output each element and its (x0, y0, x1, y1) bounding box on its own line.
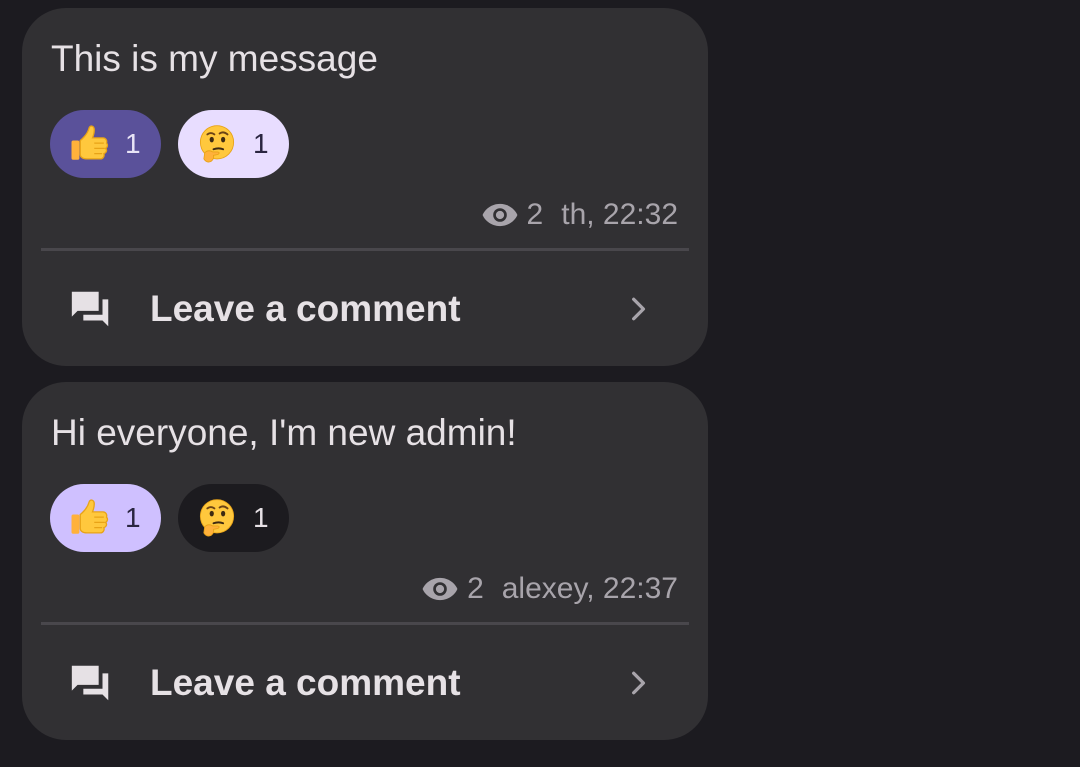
reaction-chip-thumbs-up[interactable]: 1 (50, 110, 161, 178)
reaction-count: 1 (253, 502, 269, 533)
message-text: Hi everyone, I'm new admin! (51, 412, 517, 453)
chevron-right-icon (632, 671, 646, 694)
forum-icon (71, 291, 109, 326)
message-card[interactable]: Hi everyone, I'm new admin! 1 1 2 alexey… (22, 382, 708, 740)
reaction-chip-thinking-face[interactable]: 1 (178, 484, 289, 552)
message-feed: This is my message 1 1 2 th, 22:32 Leave… (22, 8, 708, 756)
eye-icon (422, 577, 458, 601)
reactions-bar: 1 1 (50, 110, 289, 178)
chevron-right-icon (632, 297, 646, 320)
message-text: This is my message (51, 38, 378, 79)
author-time: alexey, 22:37 (501, 572, 678, 605)
reaction-chip-thinking-face[interactable]: 1 (178, 110, 289, 178)
reaction-chip-thumbs-up[interactable]: 1 (50, 484, 161, 552)
author-time: th, 22:32 (561, 198, 678, 231)
leave-comment-label: Leave a comment (150, 661, 461, 703)
reaction-count: 1 (125, 502, 141, 533)
thumbs-up-icon (68, 497, 110, 539)
forum-icon (71, 665, 109, 700)
view-count: 2 (467, 572, 484, 605)
thinking-face-icon (196, 123, 238, 165)
reaction-count: 1 (125, 128, 141, 159)
reactions-bar: 1 1 (50, 484, 289, 552)
message-card[interactable]: This is my message 1 1 2 th, 22:32 Leave… (22, 8, 708, 366)
leave-comment-button[interactable]: Leave a comment (41, 625, 689, 740)
eye-icon (482, 203, 517, 227)
thumbs-up-icon (68, 123, 110, 165)
view-count: 2 (526, 198, 544, 231)
leave-comment-label: Leave a comment (150, 287, 461, 329)
thinking-face-icon (196, 497, 238, 539)
message-meta: 2 th, 22:32 (481, 198, 678, 232)
leave-comment-button[interactable]: Leave a comment (41, 251, 689, 366)
reaction-count: 1 (253, 128, 269, 159)
message-meta: 2 alexey, 22:37 (421, 572, 678, 606)
